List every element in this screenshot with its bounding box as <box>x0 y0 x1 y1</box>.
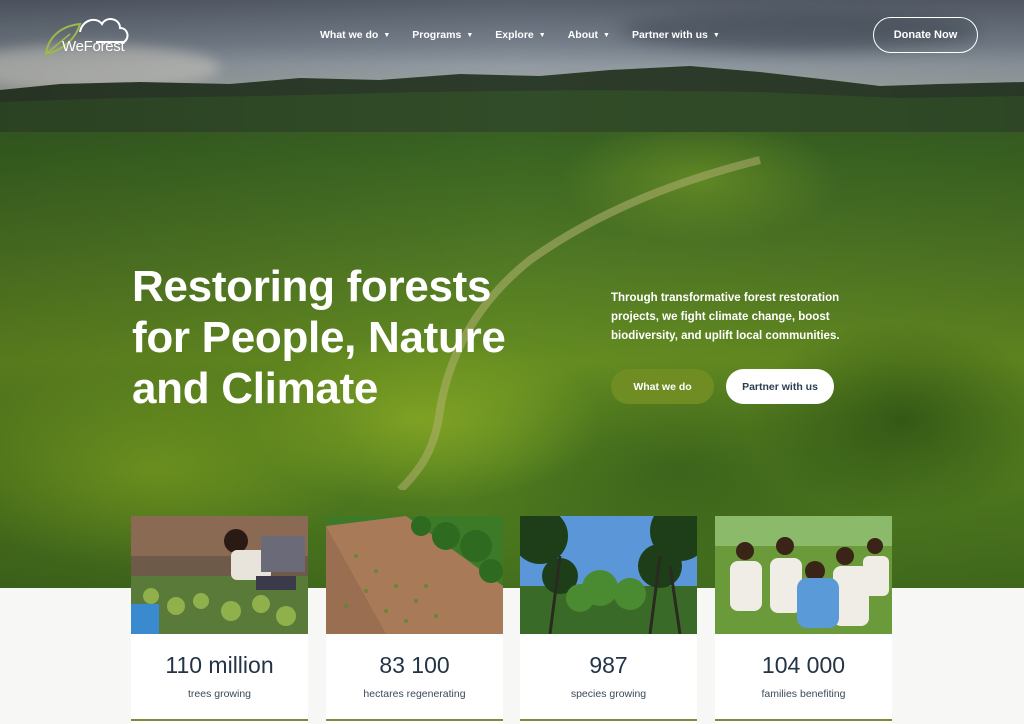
nav-about-label: About <box>567 29 599 41</box>
caret-down-icon: ▼ <box>603 31 610 39</box>
headline-line-1: Restoring forests <box>132 262 492 311</box>
stat-value: 110 million <box>165 652 274 678</box>
nav-explore[interactable]: Explore ▼ <box>495 29 545 41</box>
stat-value: 104 000 <box>761 652 846 678</box>
nav-partner-with-us[interactable]: Partner with us ▼ <box>632 29 720 41</box>
nav-programs-label: Programs <box>412 29 462 41</box>
forest-canopy-photo <box>520 516 697 634</box>
stat-label: families benefiting <box>761 688 846 700</box>
hero-headline: Restoring forests for People, Nature and… <box>132 261 582 414</box>
aerial-planting-photo <box>326 516 503 634</box>
what-we-do-button[interactable]: What we do <box>611 369 714 404</box>
nav-partner-label: Partner with us <box>631 29 708 41</box>
headline-line-3: and Climate <box>132 364 379 413</box>
card-underline <box>520 719 697 721</box>
caret-down-icon: ▼ <box>712 31 720 39</box>
stat-value: 987 <box>589 652 628 678</box>
caret-down-icon: ▼ <box>538 31 546 39</box>
stat-label: species growing <box>570 688 647 700</box>
brand-name: WeForest <box>62 38 125 55</box>
tree-nursery-photo <box>131 516 308 634</box>
stat-label: trees growing <box>187 688 252 700</box>
top-navigation: WeForest What we do ▼ Programs ▼ Explore… <box>0 0 1024 72</box>
hero-subtext: Through transformative forest restoratio… <box>611 292 840 342</box>
main-menu: What we do ▼ Programs ▼ Explore ▼ About … <box>320 29 720 41</box>
card-underline <box>715 719 892 721</box>
stat-value: 83 100 <box>379 652 450 678</box>
caret-down-icon: ▼ <box>466 31 474 39</box>
headline-line-2: for People, Nature <box>132 313 506 362</box>
nav-explore-label: Explore <box>495 29 534 41</box>
stat-card-families[interactable]: 104 000 families benefiting <box>715 516 892 724</box>
nav-what-we-do-label: What we do <box>320 29 379 41</box>
card-underline <box>131 719 308 721</box>
nav-programs[interactable]: Programs ▼ <box>412 29 473 41</box>
community-women-photo <box>715 516 892 634</box>
card-underline <box>326 719 503 721</box>
stat-label: hectares regenerating <box>363 688 466 700</box>
stat-card-trees[interactable]: 110 million trees growing <box>131 516 308 724</box>
donate-now-button[interactable]: Donate Now <box>873 17 978 53</box>
partner-with-us-button[interactable]: Partner with us <box>726 369 834 404</box>
caret-down-icon: ▼ <box>383 31 391 39</box>
nav-what-we-do[interactable]: What we do ▼ <box>320 29 390 41</box>
stat-card-species[interactable]: 987 species growing <box>520 516 697 724</box>
nav-about[interactable]: About ▼ <box>568 29 610 41</box>
stat-card-hectares[interactable]: 83 100 hectares regenerating <box>326 516 503 724</box>
